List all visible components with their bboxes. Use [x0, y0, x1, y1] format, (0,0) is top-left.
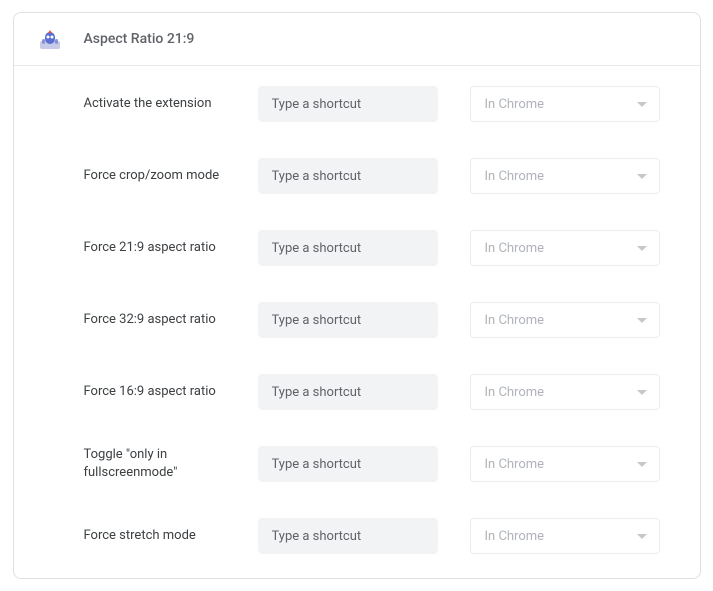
- shortcut-input[interactable]: [258, 374, 438, 410]
- shortcut-row: Force 32:9 aspect ratio In Chrome: [84, 302, 676, 338]
- shortcut-input[interactable]: [258, 302, 438, 338]
- shortcut-input[interactable]: [258, 446, 438, 482]
- shortcut-label: Force 21:9 aspect ratio: [84, 239, 258, 257]
- scope-value: In Chrome: [485, 385, 545, 400]
- scope-value: In Chrome: [485, 241, 545, 256]
- shortcut-label: Force 16:9 aspect ratio: [84, 383, 258, 401]
- scope-select[interactable]: In Chrome: [470, 158, 660, 194]
- chevron-down-icon: [637, 102, 647, 107]
- scope-select[interactable]: In Chrome: [470, 302, 660, 338]
- shortcut-label: Toggle "only in fullscreenmode": [84, 446, 258, 482]
- scope-value: In Chrome: [485, 97, 545, 112]
- scope-select[interactable]: In Chrome: [470, 230, 660, 266]
- shortcut-row: Force stretch mode In Chrome: [84, 518, 676, 554]
- shortcut-label: Force 32:9 aspect ratio: [84, 311, 258, 329]
- shortcut-input[interactable]: [258, 158, 438, 194]
- scope-value: In Chrome: [485, 529, 545, 544]
- shortcut-row: Force 21:9 aspect ratio In Chrome: [84, 230, 676, 266]
- chevron-down-icon: [637, 318, 647, 323]
- chevron-down-icon: [637, 462, 647, 467]
- chevron-down-icon: [637, 246, 647, 251]
- scope-value: In Chrome: [485, 457, 545, 472]
- scope-value: In Chrome: [485, 169, 545, 184]
- shortcut-row: Toggle "only in fullscreenmode" In Chrom…: [84, 446, 676, 482]
- extension-shortcuts-card: Aspect Ratio 21:9 Activate the extension…: [13, 12, 701, 579]
- shortcut-row: Activate the extension In Chrome: [84, 86, 676, 122]
- shortcut-input[interactable]: [258, 86, 438, 122]
- chevron-down-icon: [637, 534, 647, 539]
- shortcuts-list: Activate the extension In Chrome Force c…: [14, 66, 700, 578]
- shortcut-label: Force stretch mode: [84, 527, 258, 545]
- chevron-down-icon: [637, 390, 647, 395]
- shortcut-label: Force crop/zoom mode: [84, 167, 258, 185]
- shortcut-input[interactable]: [258, 518, 438, 554]
- shortcut-row: Force 16:9 aspect ratio In Chrome: [84, 374, 676, 410]
- extension-title: Aspect Ratio 21:9: [84, 31, 195, 47]
- shortcut-row: Force crop/zoom mode In Chrome: [84, 158, 676, 194]
- shortcut-input[interactable]: [258, 230, 438, 266]
- chevron-down-icon: [637, 174, 647, 179]
- scope-select[interactable]: In Chrome: [470, 446, 660, 482]
- card-header: Aspect Ratio 21:9: [14, 13, 700, 66]
- scope-value: In Chrome: [485, 313, 545, 328]
- scope-select[interactable]: In Chrome: [470, 374, 660, 410]
- scope-select[interactable]: In Chrome: [470, 518, 660, 554]
- shortcut-label: Activate the extension: [84, 95, 258, 113]
- extension-icon: [38, 27, 62, 51]
- scope-select[interactable]: In Chrome: [470, 86, 660, 122]
